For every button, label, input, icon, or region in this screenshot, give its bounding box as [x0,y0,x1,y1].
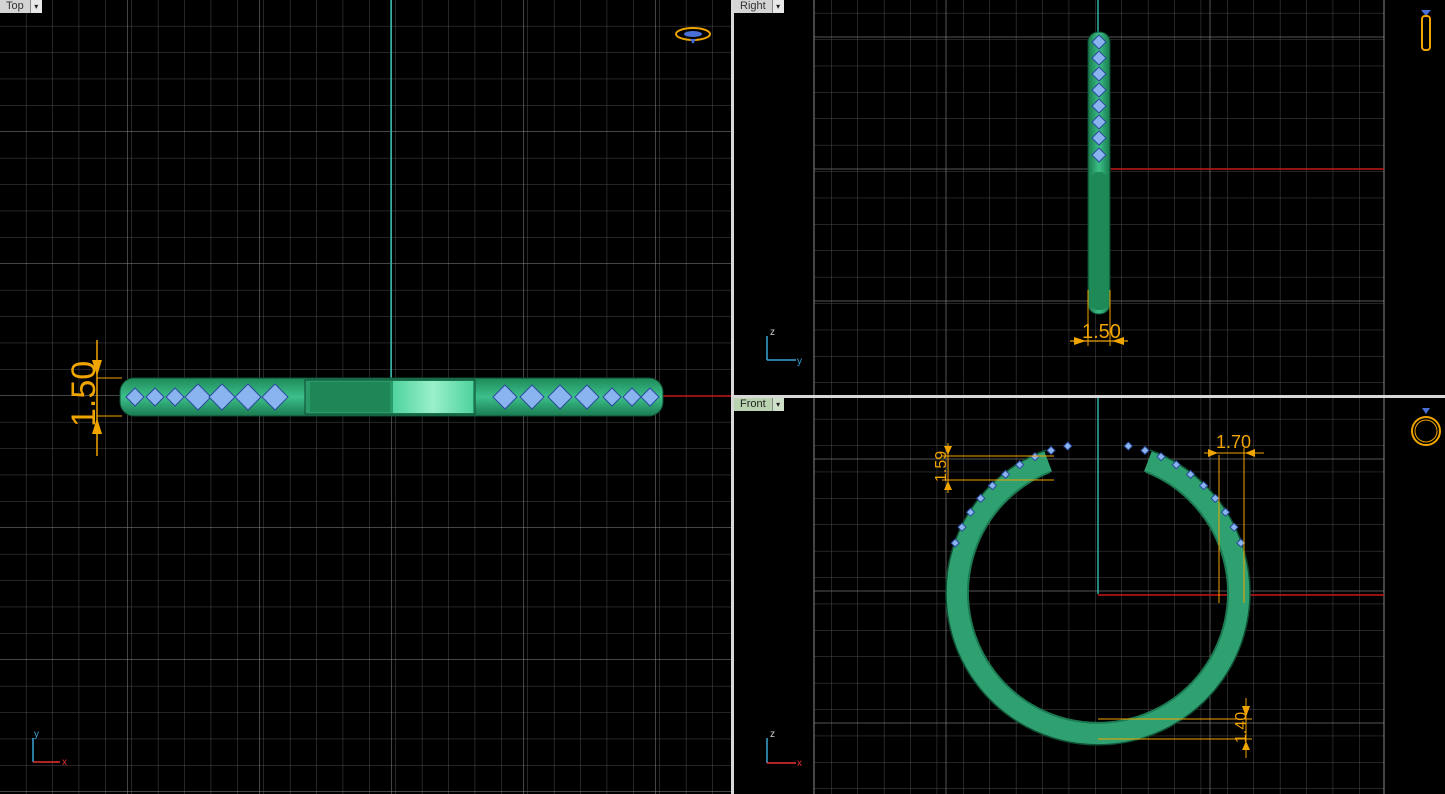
dimension-front-bottom-label: 1.40 [1233,712,1250,743]
dimension-top-label: 1.50 [65,361,103,427]
svg-text:y: y [34,729,39,740]
viewport-top[interactable]: 1.50 y x Top ▾ [0,0,732,794]
chevron-down-icon[interactable]: ▾ [29,0,42,13]
svg-text:z: z [770,327,775,338]
axis-gizmo-right: z y [766,327,802,367]
svg-text:z: z [770,729,775,740]
viewport-right-canvas[interactable]: 1.50 z y [734,0,1445,395]
viewport-front-canvas[interactable]: 1.59 1.70 1.40 z x [734,398,1445,794]
chevron-down-icon[interactable]: ▾ [771,398,784,411]
ring-front-view-icon[interactable] [1411,408,1441,446]
dimension-front-width-label: 1.70 [1216,432,1251,452]
dimension-right-label: 1.50 [1082,321,1121,343]
ring-side-projection[interactable] [1087,31,1111,315]
svg-text:x: x [797,758,802,769]
dimension-front-gap-label: 1.59 [933,451,950,482]
svg-text:y: y [797,356,802,367]
ring-side-view-icon[interactable] [1421,10,1431,51]
axis-gizmo-front: z x [766,729,802,769]
viewport-front[interactable]: 1.59 1.70 1.40 z x Front ▾ [734,398,1445,794]
viewport-right[interactable]: 1.50 z y Right ▾ [734,0,1445,395]
ring-top-projection[interactable] [119,377,664,417]
chevron-down-icon[interactable]: ▾ [771,0,784,13]
viewport-right-tab[interactable]: Right ▾ [734,0,784,13]
svg-text:x: x [62,757,67,768]
viewport-front-tab[interactable]: Front ▾ [734,398,784,411]
viewport-top-canvas[interactable]: 1.50 y x [0,0,732,794]
viewport-top-tab[interactable]: Top ▾ [0,0,42,13]
